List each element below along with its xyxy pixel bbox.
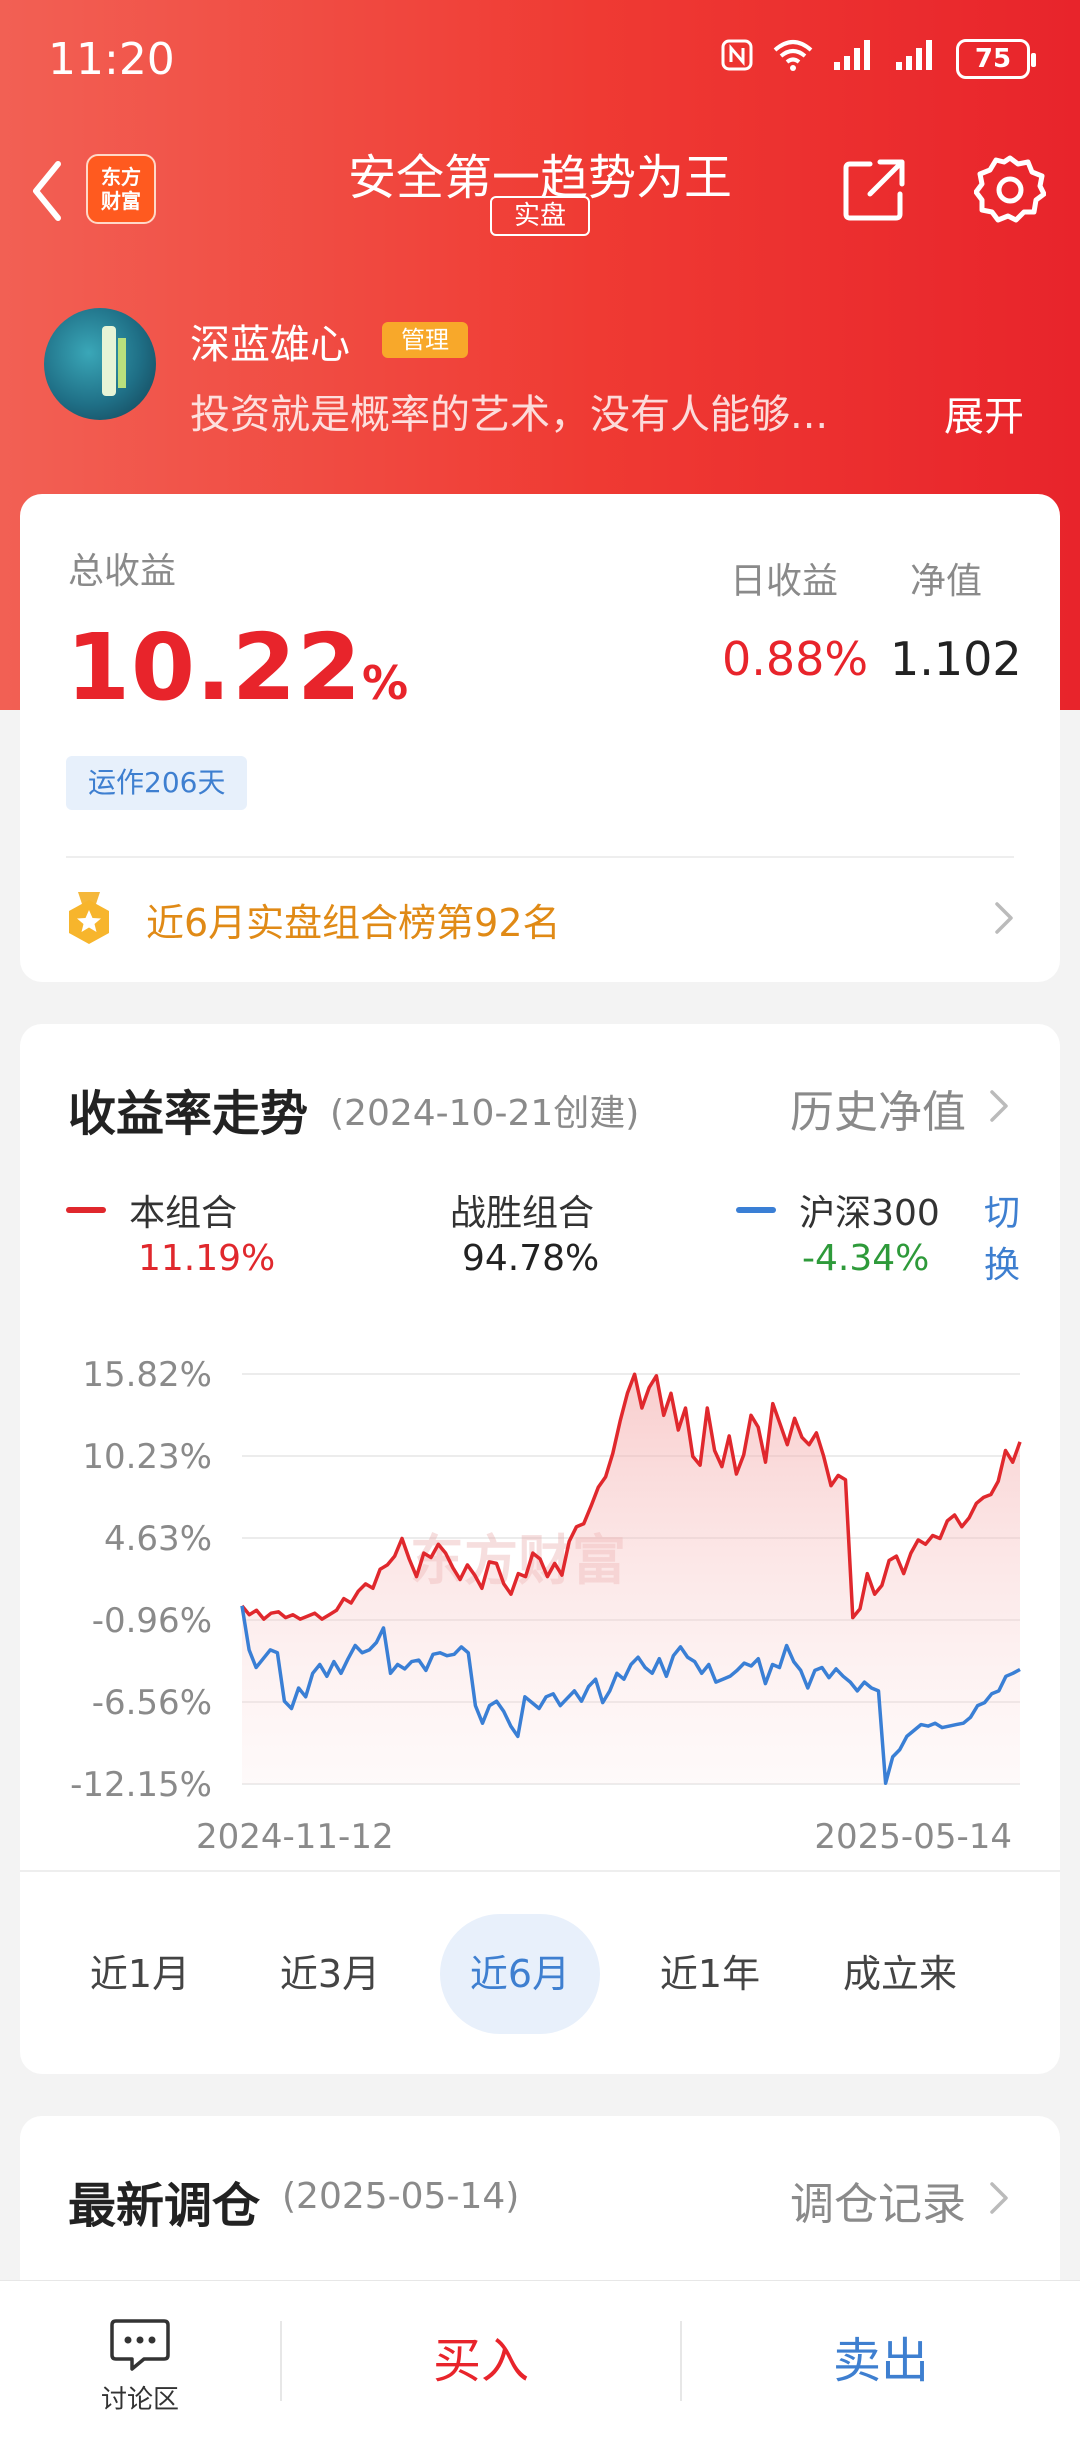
chevron-right-icon [990, 2182, 1008, 2214]
avatar[interactable] [44, 308, 156, 420]
y-tick-label: 10.23% [82, 1437, 212, 1477]
legend-swatch-csi300 [736, 1207, 776, 1213]
real-account-tag: 实盘 [490, 196, 590, 236]
status-bar: 11:20 75 [0, 0, 1080, 120]
legend-value-portfolio: 11.19% [138, 1238, 276, 1279]
manager-bio: 投资就是概率的艺术，没有人能够... [190, 392, 829, 438]
total-return-number: 10.22 [66, 614, 363, 721]
period-tab[interactable]: 近1月 [60, 1914, 220, 2034]
total-return-unit: % [362, 656, 410, 710]
daily-return-value: 0.88% [722, 632, 869, 686]
manager-profile[interactable]: 深蓝雄心 管理 投资就是概率的艺术，没有人能够... 展开 [44, 308, 1044, 440]
legend-name-csi300: 沪深300 [799, 1193, 940, 1234]
expand-bio-link[interactable]: 展开 [944, 384, 1024, 442]
sell-button[interactable]: 卖出 [682, 2281, 1080, 2440]
medal-icon [69, 892, 109, 944]
legend-value-beat: 94.78% [462, 1238, 600, 1279]
legend-item-beat: 战胜组合 [450, 1184, 594, 1236]
chevron-right-icon [995, 902, 1013, 934]
wifi-icon [772, 38, 814, 80]
return-line-chart[interactable]: 东方财富 15.82%10.23%4.63%-0.96%-6.56%-12.15… [20, 1324, 1060, 1864]
status-icons: 75 [720, 38, 1036, 80]
y-tick-label: -12.15% [70, 1765, 212, 1805]
net-value-value: 1.102 [890, 632, 1022, 686]
divider [20, 1870, 1060, 1872]
y-tick-label: -0.96% [92, 1601, 212, 1641]
chevron-right-icon [990, 1090, 1008, 1122]
nfc-icon [720, 38, 754, 80]
y-tick-label: 4.63% [104, 1519, 212, 1559]
admin-badge: 管理 [382, 322, 468, 358]
legend-swatch-portfolio [66, 1207, 106, 1213]
legend-item-portfolio: 本组合 [66, 1184, 237, 1236]
rebalance-history-link[interactable]: 调仓记录 [790, 2168, 966, 2232]
ranking-text: 近6月实盘组合榜第92名 [146, 901, 561, 945]
portfolio-area-fill [242, 1374, 1020, 1784]
period-tab[interactable]: 成立来 [820, 1914, 980, 2034]
divider [66, 856, 1014, 858]
legend-item-csi300: 沪深300 [736, 1184, 940, 1236]
period-tabs: 近1月 近3月 近6月 近1年 成立来 [60, 1914, 1020, 2034]
running-days-badge: 运作206天 [66, 756, 248, 810]
legend-value-csi300: -4.34% [802, 1238, 930, 1279]
ranking-row[interactable]: 近6月实盘组合榜第92名 [66, 878, 1016, 962]
gear-icon[interactable] [974, 154, 1046, 226]
period-tab[interactable]: 近1年 [630, 1914, 790, 2034]
period-tab[interactable]: 近3月 [250, 1914, 410, 2034]
period-tab[interactable]: 近6月 [440, 1914, 600, 2034]
discussion-label: 讨论区 [100, 2385, 179, 2415]
status-time: 11:20 [48, 34, 175, 85]
switch-benchmark-link[interactable]: 切换 [984, 1184, 1026, 1288]
return-trend-card: 收益率走势 (2024-10-21创建) 历史净值 本组合 11.19% 战胜组… [20, 1024, 1060, 2074]
discussion-button[interactable]: 讨论区 [60, 2317, 220, 2427]
created-date: (2024-10-21创建) [330, 1093, 640, 1134]
legend-name-beat: 战胜组合 [450, 1193, 595, 1234]
buy-button[interactable]: 买入 [282, 2281, 680, 2440]
rebalance-date: (2025-05-14) [282, 2176, 520, 2217]
legend-name-portfolio: 本组合 [129, 1193, 238, 1234]
chart-title: 收益率走势 [68, 1086, 309, 1142]
nav-bar: 东方 财富 安全第一趋势为王 实盘 [0, 130, 1080, 260]
signal-icon [832, 38, 876, 80]
total-return-value: 10.22% [66, 614, 409, 721]
chart-legend: 本组合 11.19% 战胜组合 94.78% 沪深300 -4.34% 切换 [66, 1184, 1026, 1286]
battery-indicator: 75 [956, 39, 1036, 79]
summary-card: 总收益 10.22% 日收益 净值 0.88% 1.102 运作206天 近6月… [20, 494, 1060, 982]
chat-icon [110, 2319, 170, 2371]
x-tick-label-end: 2025-05-14 [814, 1817, 1012, 1857]
daily-return-label: 日收益 [730, 561, 839, 602]
history-nav-link[interactable]: 历史净值 [790, 1076, 966, 1140]
total-return-label: 总收益 [68, 551, 177, 592]
net-value-label: 净值 [910, 561, 983, 602]
signal-icon-2 [894, 38, 938, 80]
y-tick-label: -6.56% [92, 1683, 212, 1723]
bottom-action-bar: 讨论区 买入 卖出 [0, 2280, 1080, 2440]
x-tick-label-start: 2024-11-12 [196, 1817, 394, 1857]
rebalance-title: 最新调仓 [68, 2178, 261, 2234]
share-icon[interactable] [840, 156, 908, 224]
y-tick-label: 15.82% [82, 1355, 212, 1395]
manager-name: 深蓝雄心 [190, 322, 350, 368]
